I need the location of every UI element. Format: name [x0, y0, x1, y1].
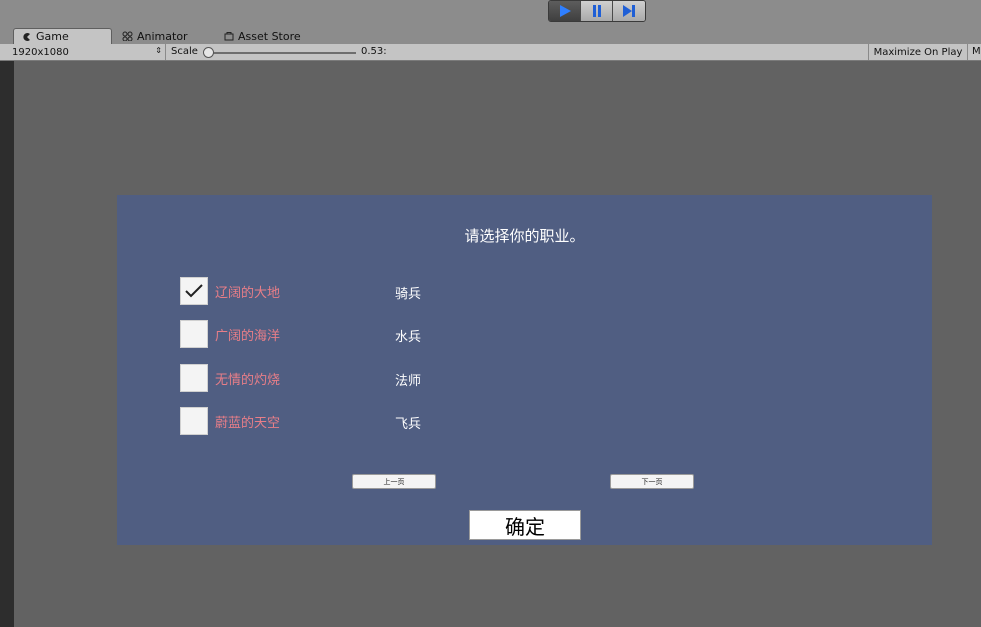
playback-controls: [548, 0, 646, 22]
dropdown-arrow-icon: ⇕: [155, 46, 162, 55]
tab-game-label: Game: [36, 30, 69, 43]
tab-asset-store-label: Asset Store: [238, 29, 301, 43]
confirm-button[interactable]: 确定: [469, 510, 581, 540]
option-checkbox[interactable]: [180, 277, 208, 305]
scale-slider-handle[interactable]: [203, 47, 214, 58]
scale-label: Scale: [171, 46, 198, 57]
option-label[interactable]: 无情的灼烧: [215, 369, 280, 388]
game-icon: [23, 32, 30, 41]
checkmark-icon: [185, 284, 203, 298]
tab-game[interactable]: Game: [13, 28, 112, 44]
editor-tab-strip: Game Animator Asset Store: [0, 26, 981, 44]
maximize-on-play-toggle[interactable]: Maximize On Play: [868, 44, 968, 60]
play-button[interactable]: [549, 1, 581, 21]
left-edge-strip: [0, 61, 14, 627]
asset-store-icon: [224, 32, 234, 41]
prompt-text: 请选择你的职业。: [464, 227, 585, 245]
class-label: 水兵: [395, 330, 422, 345]
option-row: 无情的灼烧 法师: [180, 364, 580, 392]
prev-page-button[interactable]: 上一页: [352, 474, 436, 489]
option-row: 蔚蓝的天空 飞兵: [180, 407, 580, 435]
maximize-on-play-label: Maximize On Play: [873, 46, 963, 58]
tab-asset-store[interactable]: Asset Store: [216, 28, 301, 44]
unity-editor: Game Animator Asset Store 1920x1080 ⇕ Sc…: [0, 0, 981, 627]
option-checkbox[interactable]: [180, 320, 208, 348]
step-button[interactable]: [613, 1, 645, 21]
step-icon: [623, 5, 635, 17]
mute-audio-toggle[interactable]: M: [972, 46, 981, 57]
option-label[interactable]: 蔚蓝的天空: [215, 412, 280, 431]
option-label[interactable]: 辽阔的大地: [215, 282, 280, 301]
play-icon: [559, 5, 571, 17]
editor-toolbar: [0, 0, 981, 26]
option-checkbox[interactable]: [180, 364, 208, 392]
option-checkbox[interactable]: [180, 407, 208, 435]
resolution-dropdown[interactable]: 1920x1080 ⇕: [4, 44, 166, 60]
next-page-button[interactable]: 下一页: [610, 474, 694, 489]
option-row: 广阔的海洋 水兵: [180, 320, 580, 348]
option-row: 辽阔的大地 骑兵: [180, 277, 580, 305]
game-view-bar: 1920x1080 ⇕ Scale 0.53: Maximize On Play…: [0, 44, 981, 61]
scale-slider-track[interactable]: [206, 52, 356, 54]
pause-icon: [592, 5, 601, 17]
class-select-panel: 请选择你的职业。 辽阔的大地 骑兵 广阔的海洋 水兵 无情的灼烧 法师 蔚蓝的天…: [117, 195, 932, 545]
class-label: 骑兵: [395, 287, 422, 302]
resolution-value: 1920x1080: [12, 46, 69, 58]
animator-icon: [122, 31, 133, 41]
tab-animator[interactable]: Animator: [114, 28, 188, 44]
scale-value: 0.53:: [361, 46, 387, 57]
class-label: 飞兵: [395, 417, 422, 432]
option-label[interactable]: 广阔的海洋: [215, 325, 280, 344]
class-label: 法师: [395, 374, 422, 389]
pause-button[interactable]: [581, 1, 613, 21]
tab-animator-label: Animator: [137, 29, 188, 43]
